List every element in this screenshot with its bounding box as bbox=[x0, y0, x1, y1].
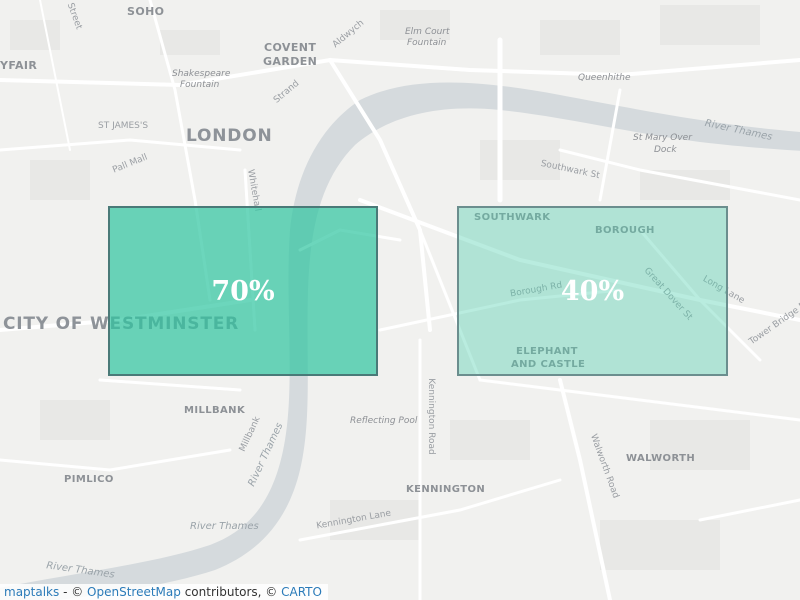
map-canvas[interactable]: SOHO YFAIR COVENT GARDEN Elm Court Fount… bbox=[0, 0, 800, 600]
label-elm-court: Elm Court bbox=[405, 27, 450, 37]
attribution: maptalks - © OpenStreetMap contributors,… bbox=[0, 584, 328, 600]
attribution-contributors: contributors, © bbox=[180, 585, 282, 599]
label-soho: SOHO bbox=[127, 5, 165, 18]
rect-southwark[interactable]: 40% bbox=[457, 206, 728, 376]
rect-westminster-label: 70% bbox=[211, 275, 275, 307]
label-mayfair: YFAIR bbox=[0, 59, 38, 72]
label-st-mary: St Mary Over bbox=[633, 133, 692, 143]
label-london: LONDON bbox=[186, 126, 273, 146]
label-walworth: WALWORTH bbox=[626, 453, 696, 464]
carto-link[interactable]: CARTO bbox=[281, 585, 322, 599]
label-st-james: ST JAMES'S bbox=[98, 121, 149, 131]
label-garden: GARDEN bbox=[263, 55, 318, 68]
label-covent: COVENT bbox=[264, 41, 317, 54]
rect-southwark-label: 40% bbox=[560, 275, 625, 307]
attribution-sep: - © bbox=[59, 585, 88, 599]
label-queenhithe: Queenhithe bbox=[578, 73, 631, 83]
label-millbank: MILLBANK bbox=[184, 405, 246, 416]
label-kennington-road: Kennington Road bbox=[425, 378, 436, 455]
label-elm-fountain: Fountain bbox=[407, 38, 447, 48]
label-kennington: KENNINGTON bbox=[406, 484, 486, 495]
label-river-thames-low: River Thames bbox=[190, 521, 259, 532]
rect-westminster[interactable]: 70% bbox=[108, 206, 378, 376]
label-pimlico: PIMLICO bbox=[64, 474, 114, 485]
osm-link[interactable]: OpenStreetMap bbox=[87, 585, 181, 599]
label-dock: Dock bbox=[654, 145, 677, 155]
label-shakespeare: Shakespeare bbox=[172, 69, 231, 79]
label-reflecting-pool: Reflecting Pool bbox=[350, 416, 418, 426]
label-shakespeare-fountain: Fountain bbox=[180, 80, 220, 90]
maptalks-link[interactable]: maptalks bbox=[4, 585, 59, 599]
